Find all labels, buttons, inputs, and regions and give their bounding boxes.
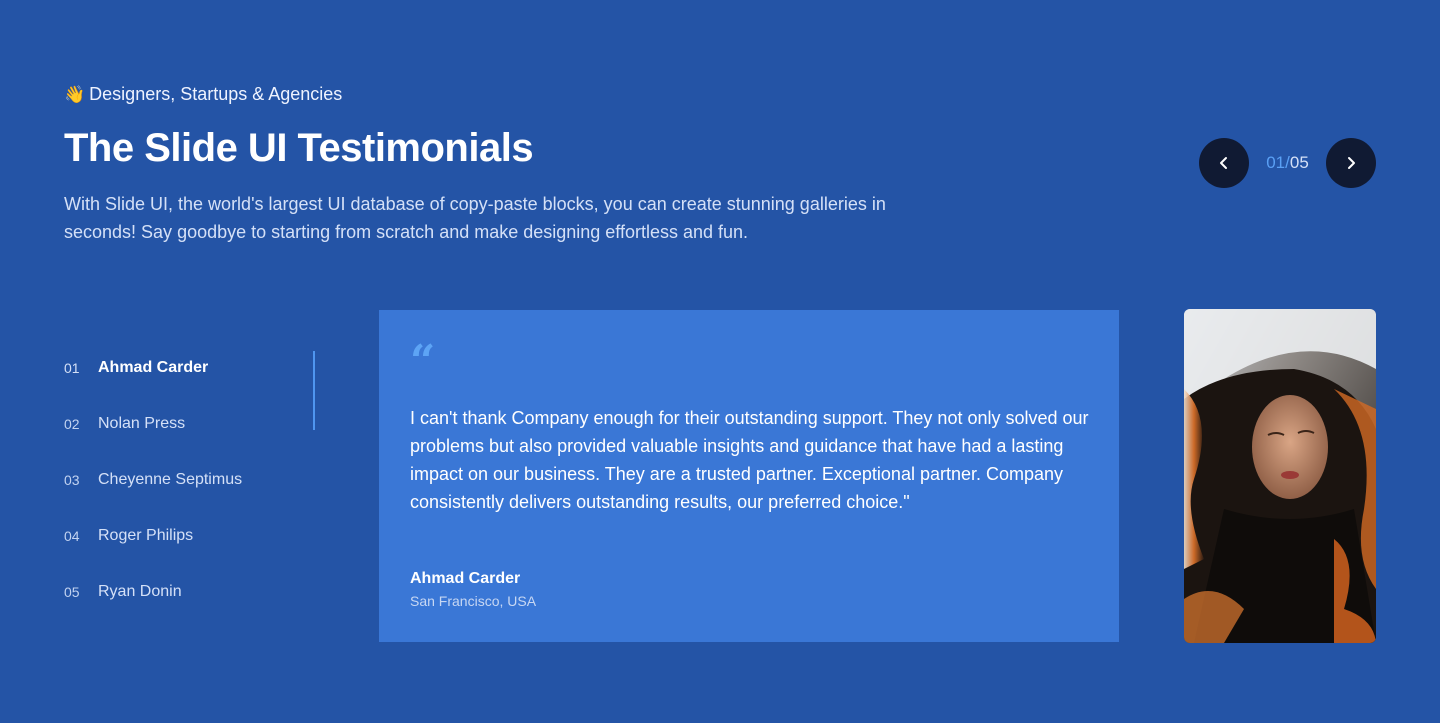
list-item-name: Roger Philips [98,527,194,544]
page-title: The Slide UI Testimonials [64,126,534,170]
portrait-illustration [1184,309,1376,643]
current-slide: 01 [1266,153,1286,172]
list-item-number: 01 [64,360,80,376]
list-item-ryan-donin[interactable]: 05 Ryan Donin [64,564,316,620]
previous-button[interactable] [1199,138,1249,188]
chevron-left-icon [1220,157,1227,169]
list-item-ahmad-carder[interactable]: 01 Ahmad Carder [64,340,316,396]
quote-icon: “ [410,336,436,387]
next-button[interactable] [1325,138,1376,188]
author-location: San Francisco, USA [410,593,537,609]
list-item-name: Ryan Donin [98,583,182,600]
waving-hand-icon: 👋 [64,84,86,104]
slide-counter: 01/05 [1266,153,1309,173]
slide-pager: 01/05 [1199,138,1376,188]
author-name: Ahmad Carder [410,570,521,587]
eyebrow-text: Designers, Startups & Agencies [89,84,343,104]
list-item-number: 03 [64,472,80,488]
list-item-name: Cheyenne Septimus [98,471,243,488]
eyebrow: 👋 Designers, Startups & Agencies [64,84,342,105]
list-item-name: Nolan Press [98,415,186,432]
total-slides: 05 [1289,153,1309,172]
list-item-cheyenne-septimus[interactable]: 03 Cheyenne Septimus [64,452,316,508]
list-item-nolan-press[interactable]: 02 Nolan Press [64,396,316,452]
list-item-number: 04 [64,528,80,544]
portrait-image [1184,309,1376,643]
active-indicator [313,351,315,430]
list-item-name: Ahmad Carder [98,359,209,376]
list-item-roger-philips[interactable]: 04 Roger Philips [64,508,316,564]
page-description: With Slide UI, the world's largest UI da… [64,194,886,242]
testimonial-list: 01 Ahmad Carder 02 Nolan Press 03 Cheyen… [64,340,316,620]
list-item-number: 02 [64,416,80,432]
list-item-number: 05 [64,584,80,600]
chevron-right-icon [1347,157,1355,169]
testimonial-text: I can't thank Company enough for their o… [410,408,1089,512]
